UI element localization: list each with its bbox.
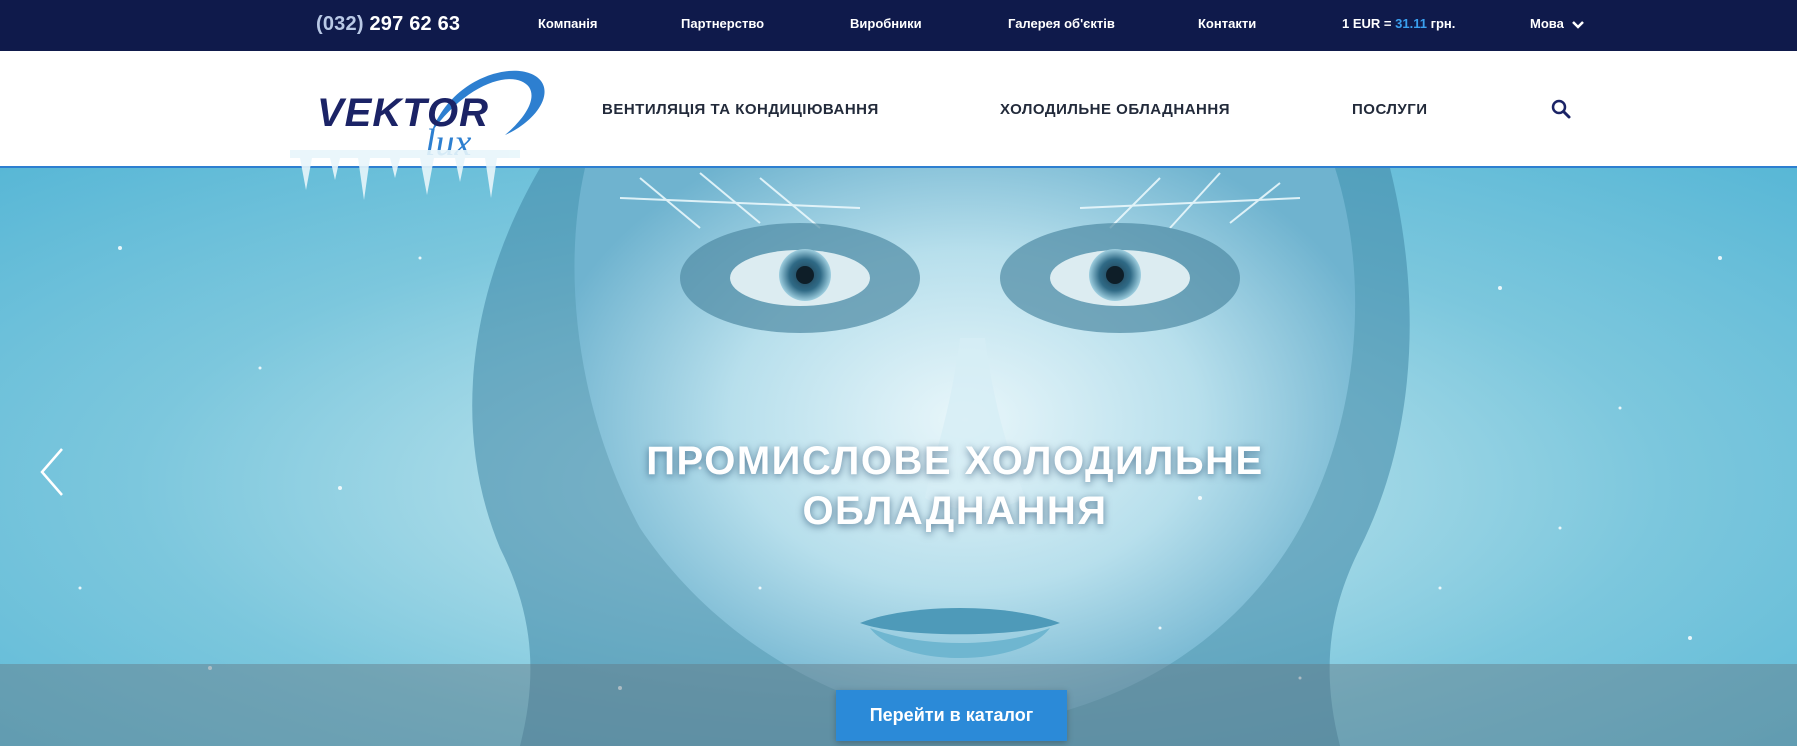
- nav-services[interactable]: ПОСЛУГИ: [1352, 101, 1428, 118]
- phone-code: (032): [316, 13, 364, 35]
- toplink-company[interactable]: Компанія: [538, 16, 597, 31]
- toplink-contacts[interactable]: Контакти: [1198, 16, 1256, 31]
- catalog-button[interactable]: Перейти в каталог: [836, 690, 1067, 741]
- rate-prefix: 1 EUR =: [1342, 16, 1392, 31]
- slide-title-line1: ПРОМИСЛОВЕ ХОЛОДИЛЬНЕ: [646, 439, 1264, 483]
- toplink-partnership[interactable]: Партнерство: [681, 16, 764, 31]
- chevron-down-icon: [1572, 21, 1585, 29]
- nav-refrigeration[interactable]: ХОЛОДИЛЬНЕ ОБЛАДНАННЯ: [1000, 101, 1230, 118]
- top-bar: (032) 297 62 63 Компанія Партнерство Вир…: [0, 0, 1797, 51]
- logo[interactable]: VEKTOR lux: [313, 63, 553, 164]
- search-icon: [1551, 99, 1571, 119]
- main-header: VEKTOR lux ВЕНТИЛЯЦІЯ ТА КОНДИЦІЮВАННЯ Х…: [0, 51, 1797, 168]
- currency-rate: 1 EUR = 31.11 грн.: [1342, 16, 1455, 31]
- toplink-manufacturers[interactable]: Виробники: [850, 16, 922, 31]
- nav-ventilation[interactable]: ВЕНТИЛЯЦІЯ ТА КОНДИЦІЮВАННЯ: [602, 101, 879, 118]
- slide-title: ПРОМИСЛОВЕ ХОЛОДИЛЬНЕ ОБЛАДНАННЯ: [0, 436, 1797, 536]
- hero-slider: ПРОМИСЛОВЕ ХОЛОДИЛЬНЕ ОБЛАДНАННЯ Перейти…: [0, 168, 1797, 746]
- language-label: Мова: [1530, 16, 1564, 31]
- phone-link[interactable]: (032) 297 62 63: [316, 13, 460, 36]
- language-dropdown[interactable]: Мова: [1530, 16, 1585, 31]
- toplink-gallery[interactable]: Галерея об'єктів: [1008, 16, 1115, 31]
- phone-number: 297 62 63: [369, 13, 461, 35]
- icicles-decoration: [290, 150, 520, 200]
- slide-title-line2: ОБЛАДНАННЯ: [802, 489, 1108, 533]
- search-button[interactable]: [1550, 98, 1572, 120]
- rate-suffix: грн.: [1430, 16, 1456, 31]
- rate-value: 31.11: [1395, 16, 1427, 31]
